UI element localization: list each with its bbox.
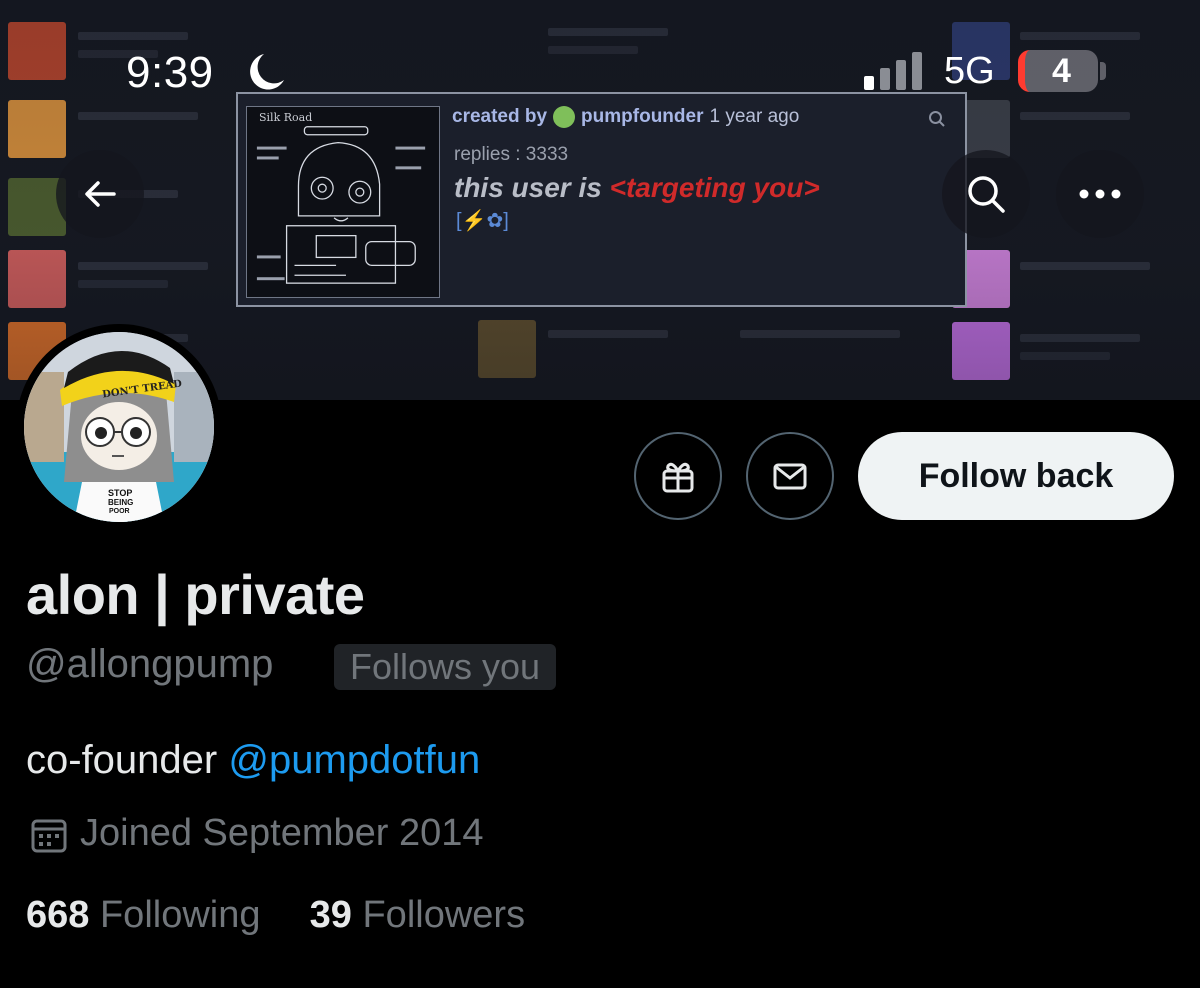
creator-name: pumpfounder: [581, 106, 704, 127]
bio-mention-link[interactable]: @pumpdotfun: [228, 738, 480, 782]
back-button[interactable]: [56, 150, 144, 238]
targeting-prefix: this user is: [454, 172, 602, 203]
gift-button[interactable]: [634, 432, 722, 520]
battery-level: 4: [1052, 52, 1071, 90]
frog-avatar-icon: [553, 106, 576, 128]
following-count: 668: [26, 894, 90, 936]
created-by-label: created by: [452, 106, 548, 127]
user-handle: @allongpump: [26, 642, 274, 686]
battery-icon: 4: [1018, 50, 1098, 92]
avatar-shirt-text-2: BEING: [108, 498, 134, 507]
gift-icon: [662, 462, 694, 493]
ascii-art-image: Silk Road: [246, 106, 440, 298]
thumb-title: Silk Road: [259, 111, 313, 124]
avatar-shirt-text-1: STOP: [108, 488, 133, 498]
followers-link[interactable]: 39 Followers: [299, 894, 525, 936]
status-time: 9:39: [126, 48, 214, 97]
following-label: Following: [99, 894, 261, 936]
profile-bio: co-founder @pumpdotfun: [26, 738, 480, 783]
joined-date: Joined September 2014: [80, 812, 484, 854]
card-search-icon: [929, 111, 945, 127]
followers-count: 39: [309, 894, 352, 936]
targeting-highlight: <targeting you>: [609, 172, 820, 203]
followers-label: Followers: [362, 894, 526, 936]
targeting-line: this user is <targeting you>: [454, 172, 820, 204]
arrow-left-icon: [85, 181, 116, 207]
message-button[interactable]: [746, 432, 834, 520]
search-button[interactable]: [942, 150, 1030, 238]
moon-icon: [250, 54, 284, 90]
follow-stats: 668 Following 39 Followers: [26, 894, 525, 937]
following-link[interactable]: 668 Following: [26, 894, 271, 936]
follows-you-badge: Follows you: [334, 644, 557, 690]
bolt-icon: ⚡: [461, 210, 487, 232]
more-button[interactable]: [1056, 150, 1144, 238]
battery-tip: [1100, 62, 1106, 80]
follow-back-button[interactable]: Follow back: [858, 432, 1174, 520]
avatar-shirt-text-3: POOR: [109, 508, 130, 515]
avatar-image: DON'T TREAD STOP BEING POOR: [24, 332, 214, 522]
banner-post-card: Silk Road created by pumpfounder 1 year …: [236, 92, 967, 307]
created-time-ago: 1 year ago: [709, 106, 800, 127]
replies-count: replies : 3333: [454, 144, 569, 165]
display-name: alon | private: [26, 563, 365, 626]
profile-banner: Silk Road created by pumpfounder 1 year …: [0, 0, 1200, 400]
network-label: 5G: [944, 50, 995, 92]
emoji-line: [⚡✿]: [456, 208, 509, 233]
profile-avatar[interactable]: DON'T TREAD STOP BEING POOR: [16, 324, 222, 530]
signal-icon: [864, 52, 922, 90]
bio-text: co-founder: [26, 738, 229, 782]
envelope-icon: [773, 463, 807, 490]
more-icon: [1079, 189, 1121, 199]
created-by-row: created by pumpfounder 1 year ago: [452, 106, 799, 128]
emoji-close: ✿]: [486, 210, 509, 232]
calendar-icon: [31, 819, 67, 853]
search-icon: [968, 176, 1005, 213]
